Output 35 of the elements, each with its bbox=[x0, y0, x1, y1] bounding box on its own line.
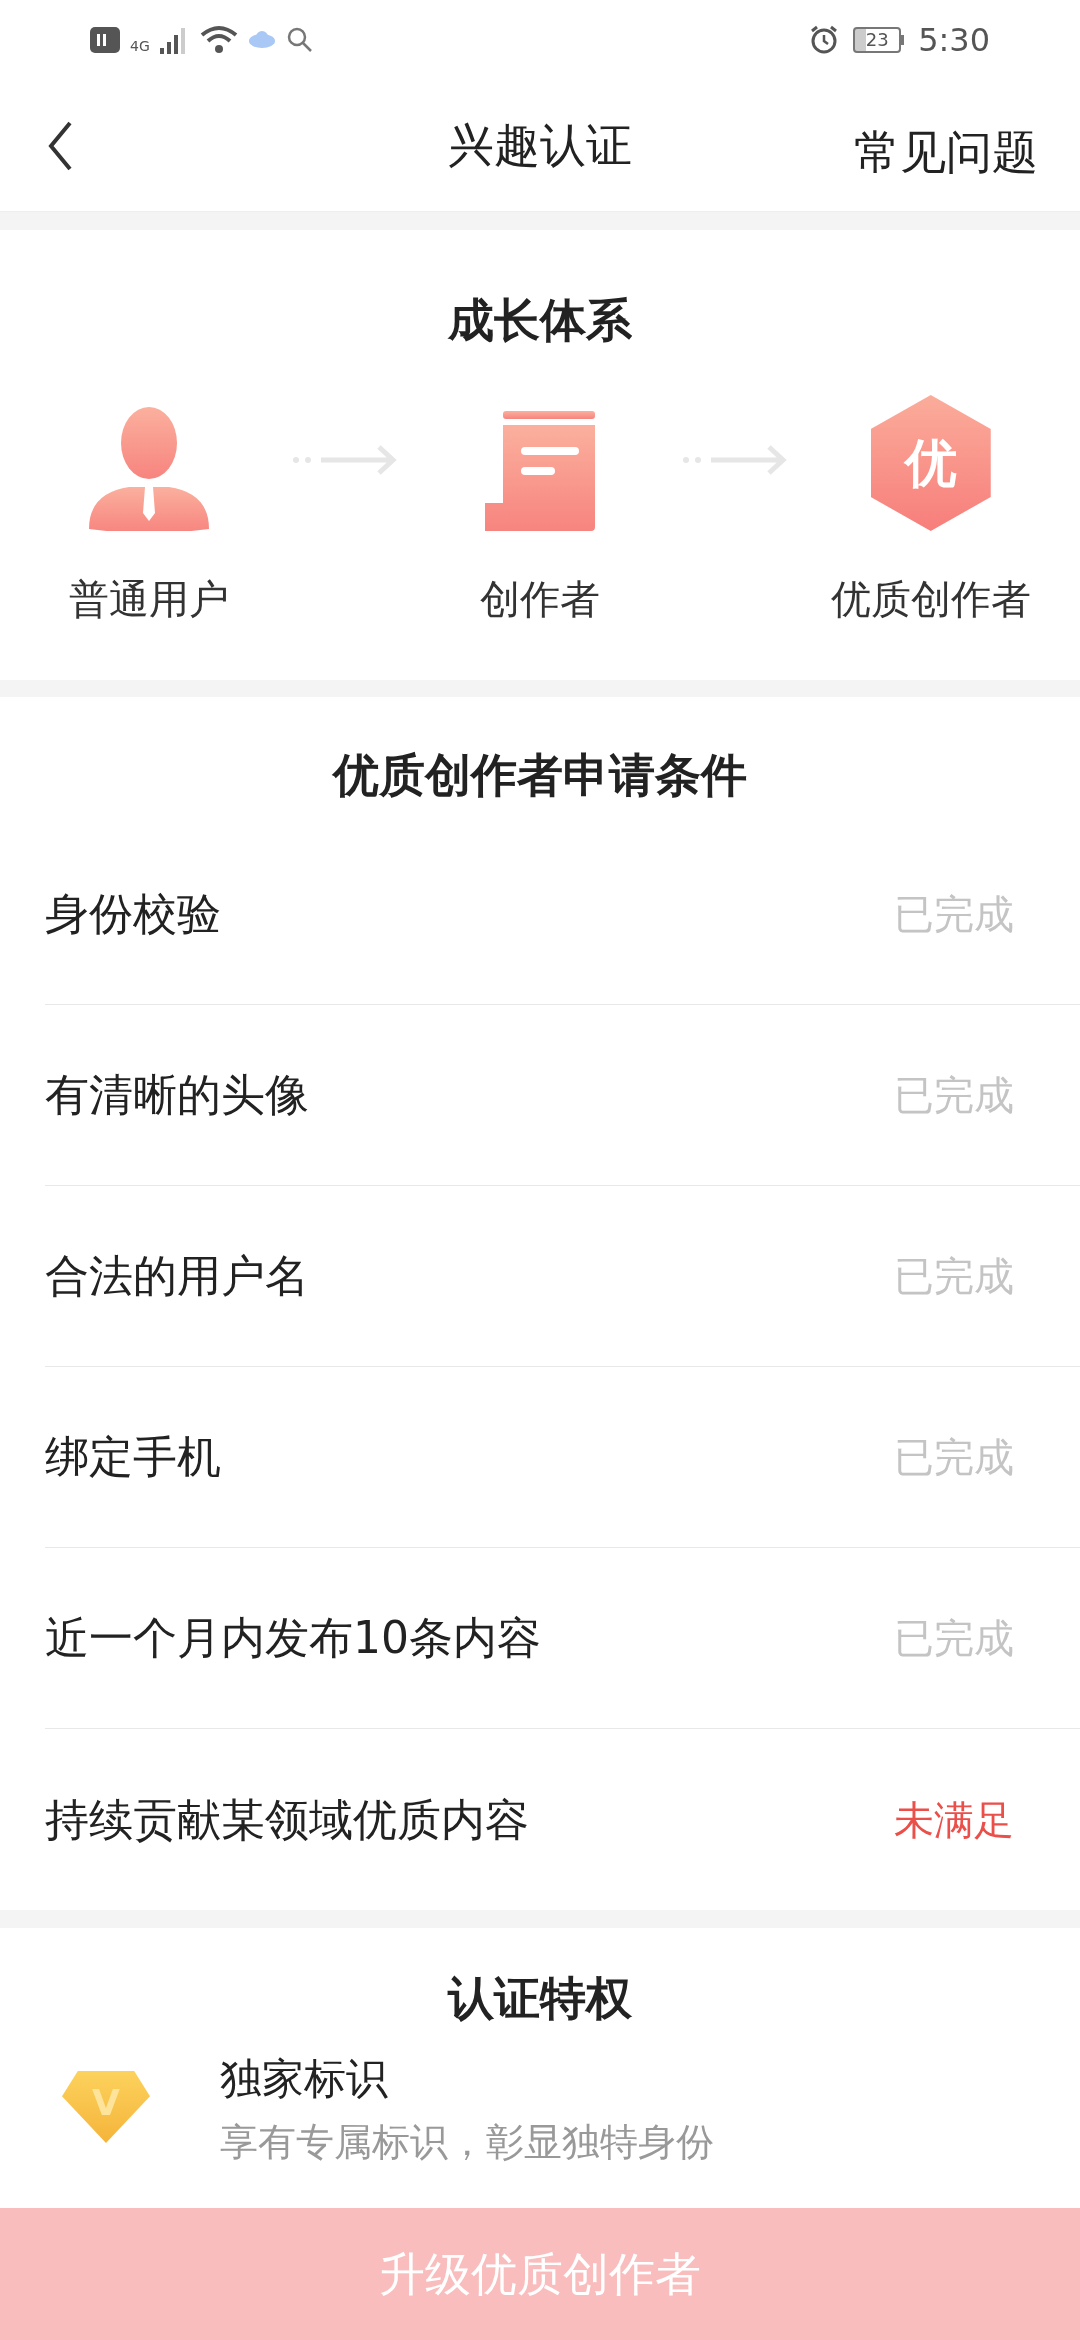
cloud-icon bbox=[247, 30, 276, 50]
network-label: 4G bbox=[130, 36, 150, 56]
alarm-icon bbox=[809, 25, 840, 55]
condition-status: 已完成 bbox=[894, 1433, 1014, 1482]
section-title: 认证特权 bbox=[448, 1970, 632, 2027]
stage-label: 普通用户 bbox=[69, 575, 230, 624]
condition-status: 已完成 bbox=[894, 1614, 1014, 1663]
search-icon bbox=[285, 26, 314, 54]
condition-status: 已完成 bbox=[894, 1252, 1014, 1301]
battery-icon: 23 bbox=[853, 27, 905, 53]
wifi-icon bbox=[199, 25, 238, 55]
condition-label: 身份校验 bbox=[45, 887, 221, 941]
arrow-icon bbox=[292, 445, 397, 475]
condition-label: 有清晰的头像 bbox=[45, 1068, 309, 1122]
document-icon bbox=[484, 411, 595, 531]
stage-label: 创作者 bbox=[479, 575, 600, 624]
section-title: 优质创作者申请条件 bbox=[333, 747, 747, 804]
back-icon bbox=[48, 121, 72, 171]
condition-label: 绑定手机 bbox=[45, 1430, 221, 1484]
diamond-badge: V bbox=[62, 2071, 150, 2143]
page-title: 兴趣认证 bbox=[448, 117, 632, 174]
section-title: 成长体系 bbox=[448, 292, 632, 349]
condition-label: 近一个月内发布10条内容 bbox=[45, 1611, 541, 1665]
condition-label: 合法的用户名 bbox=[45, 1249, 309, 1303]
condition-status: 已完成 bbox=[894, 1071, 1014, 1120]
condition-status: 已完成 bbox=[894, 890, 1014, 939]
hexagon-badge: 优 bbox=[870, 395, 991, 531]
arrow-icon bbox=[683, 445, 788, 475]
condition-status: 未满足 bbox=[894, 1795, 1014, 1845]
faq-link[interactable]: 常见问题 bbox=[854, 118, 1038, 187]
privilege-title: 独家标识 bbox=[220, 2053, 389, 2105]
stage-label: 优质创作者 bbox=[830, 575, 1031, 624]
condition-label: 持续贡献某领域优质内容 bbox=[45, 1792, 529, 1847]
privilege-description: 享有专属标识，彰显独特身份 bbox=[220, 2119, 714, 2166]
clock-time: 5:30 bbox=[918, 20, 990, 61]
